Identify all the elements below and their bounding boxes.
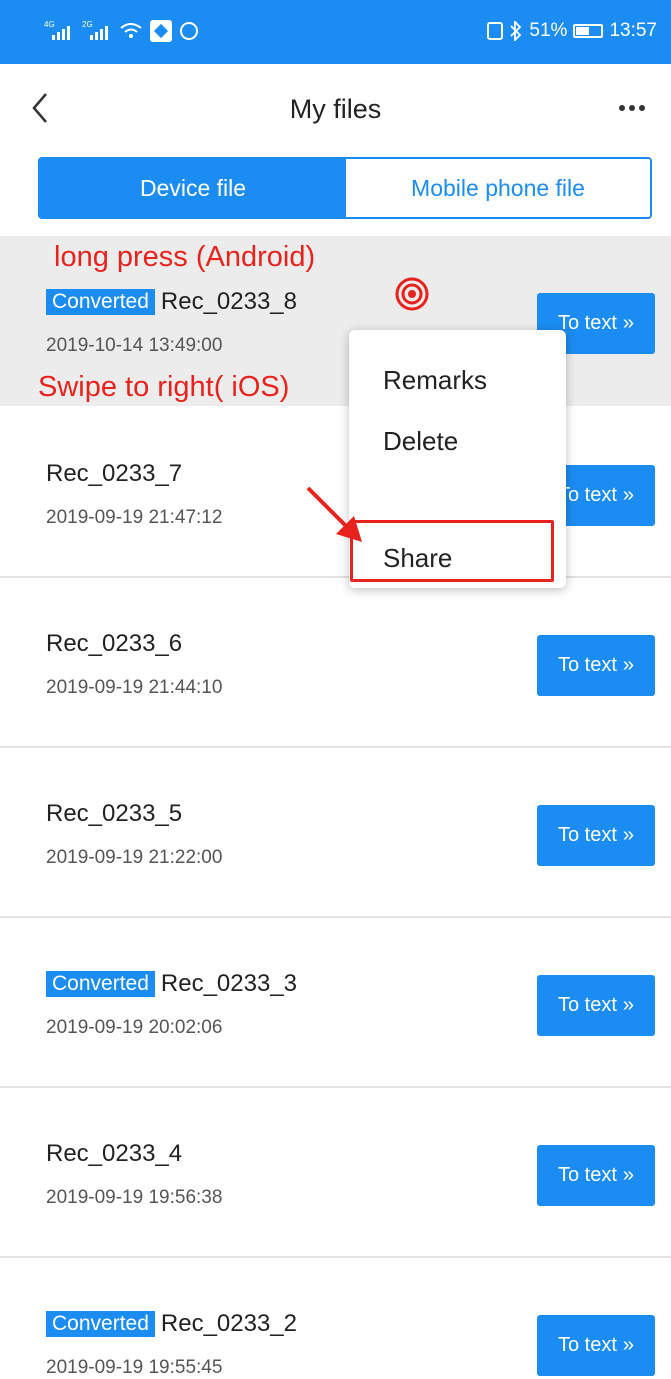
list-item[interactable]: Converted Rec_0233_2 2019-09-19 19:55:45… [0,1258,671,1378]
file-name: Rec_0233_6 [46,630,183,657]
file-name: Rec_0233_3 [160,970,298,997]
converted-badge: Converted [46,971,155,997]
page-title: My files [289,94,382,124]
menu-item-delete[interactable]: Delete [383,426,458,457]
to-text-label: To text [557,484,617,506]
cast-icon [180,22,198,40]
converted-badge: Converted [46,1311,155,1337]
list-item[interactable]: Rec_0233_6 2019-09-19 21:44:10 To text» [0,578,671,748]
double-chevron-right-icon: » [622,312,635,334]
file-title-line: Converted Rec_0233_2 [46,1310,297,1338]
list-item[interactable]: Rec_0233_4 2019-09-19 19:56:38 To text» [0,1088,671,1258]
file-name: Rec_0233_7 [46,460,183,487]
file-name: Rec_0233_2 [160,1310,298,1337]
double-chevron-right-icon: » [622,1334,635,1356]
to-text-button[interactable]: To text» [537,635,655,696]
double-chevron-right-icon: » [622,824,635,846]
status-left: 4G 2G [44,20,198,42]
file-title-line: Rec_0233_4 [46,1140,182,1168]
wifi-icon [120,23,142,38]
file-date: 2019-10-14 13:49:00 [46,335,223,356]
more-horizontal-icon[interactable] [619,102,647,114]
file-date: 2019-09-19 21:44:10 [46,677,223,698]
to-text-label: To text [557,312,617,334]
file-date: 2019-09-19 20:02:06 [46,1017,223,1038]
nfc-app-icon [150,20,172,42]
status-bar: 4G 2G 51% 13:57 [0,0,671,64]
converted-badge: Converted [46,289,155,315]
file-date: 2019-09-19 21:22:00 [46,847,223,868]
file-date: 2019-09-19 21:47:12 [46,507,223,528]
signal-icon: 2G [82,20,112,40]
to-text-button[interactable]: To text» [537,1315,655,1376]
file-title-line: Converted Rec_0233_3 [46,970,297,998]
touch-target-icon [395,277,429,311]
to-text-button[interactable]: To text» [537,805,655,866]
file-date: 2019-09-19 19:55:45 [46,1357,223,1378]
battery-percent: 51% [529,20,568,41]
file-name: Rec_0233_4 [46,1140,183,1167]
list-item[interactable]: Rec_0233_5 2019-09-19 21:22:00 To text» [0,748,671,918]
file-name: Rec_0233_8 [160,288,298,315]
file-date: 2019-09-19 19:56:38 [46,1187,223,1208]
arrow-icon [306,486,362,542]
signal-icon: 4G [44,20,74,40]
to-text-label: To text [557,824,617,846]
file-title-line: Converted Rec_0233_8 [46,288,297,316]
double-chevron-right-icon: » [622,1164,635,1186]
menu-item-remarks[interactable]: Remarks [383,365,487,396]
file-title-line: Rec_0233_6 [46,630,182,658]
to-text-label: To text [557,1164,617,1186]
file-title-line: Rec_0233_7 [46,460,182,488]
battery-icon [573,24,604,38]
share-highlight-box [350,520,554,582]
tab-device-file[interactable]: Device file [40,159,346,217]
double-chevron-right-icon: » [622,994,635,1016]
bluetooth-icon [510,21,522,41]
tab-mobile-phone-file[interactable]: Mobile phone file [346,159,650,217]
to-text-button[interactable]: To text» [537,1145,655,1206]
header: My files [0,64,671,154]
list-item[interactable]: Converted Rec_0233_3 2019-09-19 20:02:06… [0,918,671,1088]
to-text-label: To text [557,1334,617,1356]
double-chevron-right-icon: » [622,484,635,506]
to-text-button[interactable]: To text» [537,975,655,1036]
annotation-long-press: long press (Android) [54,241,316,273]
nfc-icon [487,22,504,40]
file-title-line: Rec_0233_5 [46,800,182,828]
status-right: 51% 13:57 [487,20,657,42]
tab-bar: Device file Mobile phone file [38,157,652,219]
to-text-label: To text [557,994,617,1016]
status-time: 13:57 [609,20,657,41]
double-chevron-right-icon: » [622,654,635,676]
to-text-label: To text [557,654,617,676]
file-name: Rec_0233_5 [46,800,183,827]
annotation-swipe: Swipe to right( iOS) [38,371,290,403]
